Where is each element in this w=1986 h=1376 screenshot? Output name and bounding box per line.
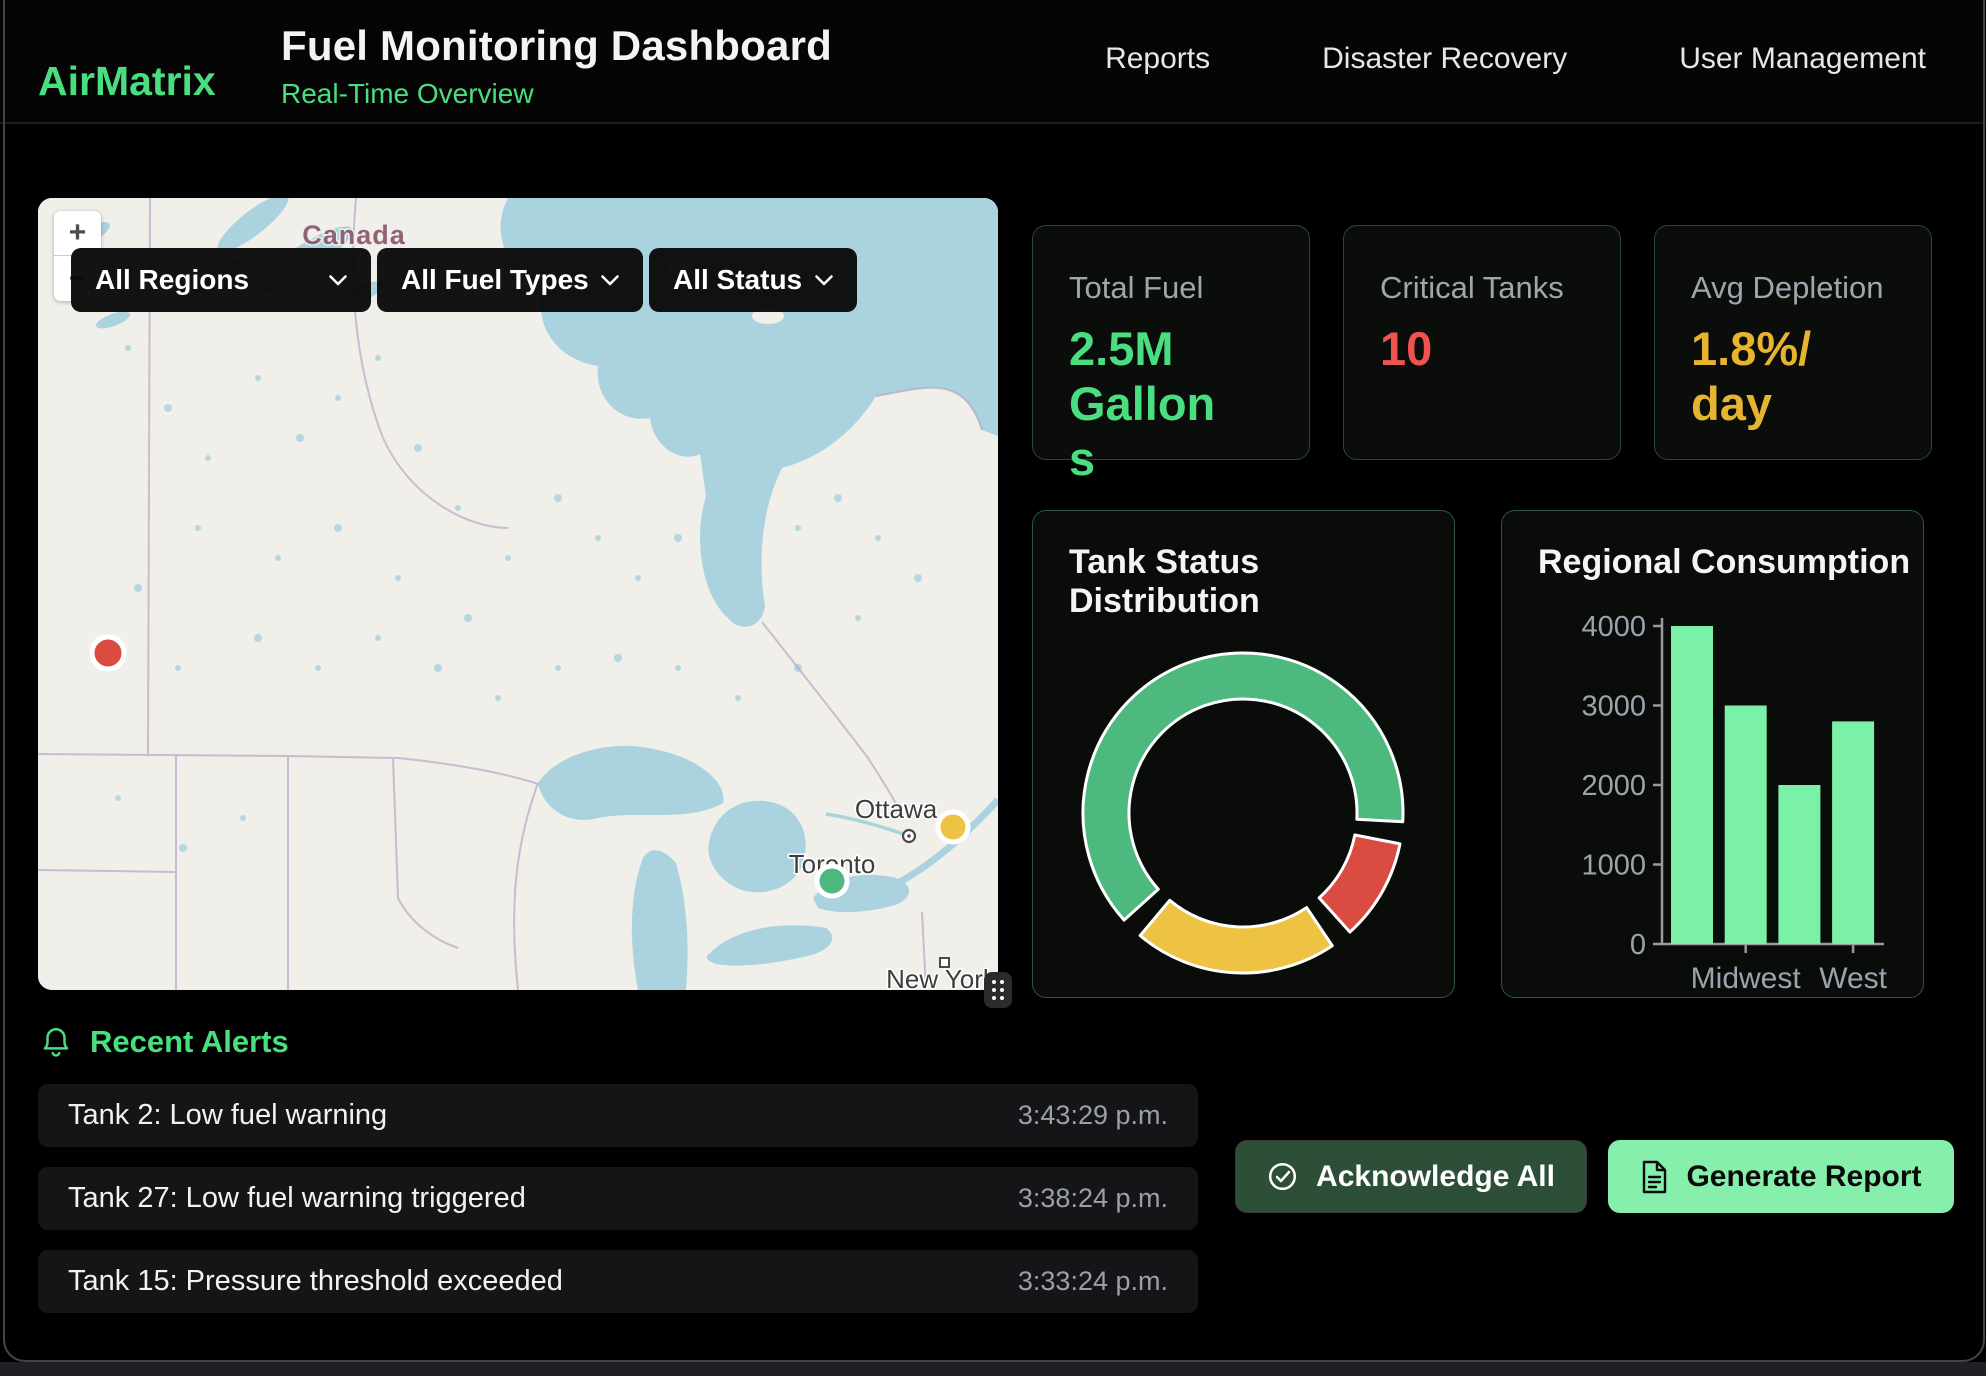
alert-time: 3:33:24 p.m. bbox=[1018, 1266, 1168, 1297]
recent-alerts-header: Recent Alerts bbox=[40, 1024, 289, 1060]
map-canvas[interactable]: Canada Ottawa Toronto New York bbox=[38, 198, 998, 990]
stat-label: Avg Depletion bbox=[1691, 270, 1895, 306]
stat-card-total-fuel: Total Fuel 2.5M Gallons bbox=[1032, 225, 1310, 460]
alert-message: Tank 27: Low fuel warning triggered bbox=[68, 1182, 526, 1215]
map-label-newyork: New York bbox=[886, 964, 997, 990]
bar-region-0[interactable] bbox=[1671, 626, 1713, 944]
nav-disaster-recovery[interactable]: Disaster Recovery bbox=[1322, 42, 1567, 76]
app-header: AirMatrix Fuel Monitoring Dashboard Real… bbox=[0, 0, 1986, 124]
map-town-dot-ottawa-center bbox=[907, 834, 911, 838]
fuel-monitoring-dashboard: AirMatrix Fuel Monitoring Dashboard Real… bbox=[0, 0, 1986, 1376]
y-tick-label: 4000 bbox=[1581, 611, 1646, 643]
map-filter-bar: All Regions All Fuel Types All Status bbox=[71, 248, 857, 312]
recent-alerts-title: Recent Alerts bbox=[90, 1024, 289, 1060]
nav-reports[interactable]: Reports bbox=[1105, 42, 1210, 76]
stat-card-critical-tanks: Critical Tanks 10 bbox=[1343, 225, 1621, 460]
status-filter-select[interactable]: All Status bbox=[649, 248, 857, 312]
regional-consumption-bar-chart[interactable]: 0 1000 2000 3000 4000 Midwest West bbox=[1502, 511, 1925, 999]
stat-value-critical-tanks: 10 bbox=[1380, 322, 1584, 377]
alert-time: 3:38:24 p.m. bbox=[1018, 1183, 1168, 1214]
region-filter-select[interactable]: All Regions bbox=[71, 248, 371, 312]
bar-region-2[interactable] bbox=[1778, 785, 1820, 944]
alert-message: Tank 2: Low fuel warning bbox=[68, 1099, 387, 1132]
regional-consumption-card: Regional Consumption 01000200030004000Mi… bbox=[1501, 510, 1924, 998]
chevron-down-icon bbox=[329, 275, 347, 286]
stat-label: Critical Tanks bbox=[1380, 270, 1584, 306]
generate-report-button[interactable]: Generate Report bbox=[1608, 1140, 1954, 1213]
stat-value-avg-depletion: 1.8%/day bbox=[1691, 322, 1826, 432]
y-tick-label: 0 bbox=[1630, 929, 1646, 961]
page-subtitle: Real-Time Overview bbox=[281, 78, 832, 110]
y-tick-label: 3000 bbox=[1581, 691, 1646, 723]
x-tick-label: Midwest bbox=[1691, 962, 1802, 995]
stat-card-avg-depletion: Avg Depletion 1.8%/day bbox=[1654, 225, 1932, 460]
map-marker-normal[interactable] bbox=[817, 866, 847, 896]
map-panel[interactable]: Canada Ottawa Toronto New York + − All R… bbox=[38, 198, 998, 990]
chevron-down-icon bbox=[815, 275, 833, 286]
donut-slice-warning[interactable] bbox=[1140, 900, 1332, 973]
drag-handle[interactable] bbox=[984, 972, 1012, 1008]
page-title: Fuel Monitoring Dashboard bbox=[281, 22, 832, 70]
tank-status-card: Tank Status Distribution bbox=[1032, 510, 1455, 998]
bar-region-3[interactable] bbox=[1832, 721, 1874, 944]
app-logo[interactable]: AirMatrix bbox=[38, 58, 216, 105]
grip-dots-icon bbox=[989, 978, 1007, 1002]
acknowledge-all-button[interactable]: Acknowledge All bbox=[1235, 1140, 1587, 1213]
title-block: Fuel Monitoring Dashboard Real-Time Over… bbox=[281, 22, 832, 110]
main-nav: Reports Disaster Recovery User Managemen… bbox=[1105, 42, 1926, 76]
generate-report-label: Generate Report bbox=[1686, 1160, 1921, 1194]
chart-row: Tank Status Distribution Regional Consum… bbox=[1032, 510, 1924, 998]
region-filter-value: All Regions bbox=[95, 264, 249, 296]
alert-row[interactable]: Tank 15: Pressure threshold exceeded 3:3… bbox=[38, 1250, 1198, 1313]
stat-card-row: Total Fuel 2.5M Gallons Critical Tanks 1… bbox=[1032, 225, 1932, 460]
alert-row[interactable]: Tank 27: Low fuel warning triggered 3:38… bbox=[38, 1167, 1198, 1230]
alert-time: 3:43:29 p.m. bbox=[1018, 1100, 1168, 1131]
map-marker-critical[interactable] bbox=[92, 637, 124, 669]
alert-message: Tank 15: Pressure threshold exceeded bbox=[68, 1265, 563, 1298]
stat-value-total-fuel: 2.5M Gallons bbox=[1069, 322, 1239, 487]
map-marker-warning[interactable] bbox=[938, 812, 968, 842]
donut-slice-critical[interactable] bbox=[1319, 835, 1400, 932]
acknowledge-all-label: Acknowledge All bbox=[1316, 1160, 1555, 1194]
nav-user-management[interactable]: User Management bbox=[1679, 42, 1926, 76]
tank-status-donut-chart[interactable] bbox=[1033, 511, 1456, 999]
y-tick-label: 2000 bbox=[1581, 770, 1646, 802]
alert-row[interactable]: Tank 2: Low fuel warning 3:43:29 p.m. bbox=[38, 1084, 1198, 1147]
window-bottom-bar bbox=[0, 1362, 1986, 1376]
map-label-canada: Canada bbox=[302, 220, 406, 250]
document-icon bbox=[1640, 1160, 1668, 1194]
chevron-down-icon bbox=[601, 275, 619, 286]
x-tick-label: West bbox=[1819, 962, 1887, 995]
fuel-type-filter-value: All Fuel Types bbox=[401, 264, 589, 296]
stat-label: Total Fuel bbox=[1069, 270, 1273, 306]
alert-actions: Acknowledge All Generate Report bbox=[1235, 1140, 1954, 1213]
bar-region-1[interactable] bbox=[1725, 706, 1767, 945]
bell-icon bbox=[40, 1025, 72, 1059]
check-circle-icon bbox=[1267, 1161, 1298, 1192]
map-label-ottawa: Ottawa bbox=[855, 794, 938, 824]
y-tick-label: 1000 bbox=[1581, 850, 1646, 882]
fuel-type-filter-select[interactable]: All Fuel Types bbox=[377, 248, 643, 312]
status-filter-value: All Status bbox=[673, 264, 802, 296]
